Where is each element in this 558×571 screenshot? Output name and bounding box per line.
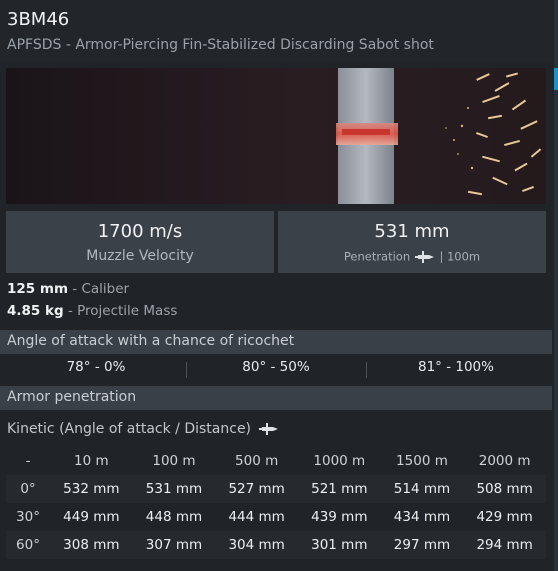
penetration-label: Penetration (343, 249, 411, 264)
table-cell: 527 mm (215, 475, 298, 503)
caliber-value: 125 mm (7, 281, 69, 297)
penetration-box: 531 mm Penetration | 100m (278, 211, 546, 273)
table-row: 0° 532 mm 531 mm 527 mm 521 mm 514 mm 50… (6, 475, 546, 503)
mass-label: - Projectile Mass (63, 303, 178, 319)
table-header-cell: 100 m (152, 453, 196, 469)
angle-cell: 30° (16, 509, 40, 525)
penetration-caption: Penetration | 100m (278, 249, 546, 264)
muzzle-velocity-label: Muzzle Velocity (86, 248, 194, 264)
projectile-icon (414, 250, 434, 263)
ricochet-section-header: Angle of attack with a chance of ricoche… (0, 330, 552, 354)
table-cell: 429 mm (476, 509, 533, 525)
table-cell: 531 mm (132, 475, 216, 503)
angle-cell: 60° (6, 531, 50, 559)
table-cell: 514 mm (380, 475, 464, 503)
scrollbar-thumb[interactable] (554, 68, 558, 90)
table-cell: 444 mm (228, 509, 285, 525)
armor-penetration-title: Armor penetration (7, 389, 137, 405)
table-cell: 449 mm (63, 509, 120, 525)
mass-value: 4.85 kg (7, 303, 64, 319)
mass-row: 4.85 kg - Projectile Mass (7, 303, 177, 319)
scrollbar[interactable] (554, 0, 558, 571)
armor-impact-illustration (6, 68, 546, 204)
header: 3BM46 APFSDS - Armor-Piercing Fin-Stabil… (0, 0, 552, 62)
table-header-cell: 2000 m (478, 453, 531, 469)
table-header-cell: 1000 m (313, 453, 366, 469)
table-row: 30° 449 mm 448 mm 444 mm 439 mm 434 mm 4… (6, 503, 546, 531)
penetration-distance: | 100m (439, 249, 481, 264)
table-cell: 301 mm (297, 531, 381, 559)
penetration-value: 531 mm (374, 221, 450, 242)
caliber-row: 125 mm - Caliber (7, 281, 129, 297)
table-cell: 304 mm (215, 531, 298, 559)
table-cell: 532 mm (50, 475, 133, 503)
table-cell: 297 mm (380, 531, 464, 559)
table-cell: 294 mm (463, 531, 546, 559)
penetration-table: - 10 m 100 m 500 m 1000 m 1500 m 2000 m … (6, 447, 546, 559)
table-cell: 439 mm (311, 509, 368, 525)
ricochet-item: 78° - 0% (66, 359, 126, 375)
muzzle-velocity-value: 1700 m/s (97, 221, 183, 242)
table-cell: 508 mm (463, 475, 546, 503)
table-header-cell: 10 m (74, 453, 109, 469)
shell-info-panel: 3BM46 APFSDS - Armor-Piercing Fin-Stabil… (0, 0, 558, 571)
projectile-icon (259, 423, 279, 435)
shell-title: 3BM46 (7, 9, 70, 30)
ricochet-item: 80° - 50% (242, 359, 310, 375)
table-cell: 307 mm (132, 531, 216, 559)
angle-cell: 0° (6, 475, 50, 503)
table-cell: 521 mm (297, 475, 381, 503)
table-header-cell: 500 m (235, 453, 279, 469)
kinetic-label-row: Kinetic (Angle of attack / Distance) (7, 421, 280, 437)
table-header-row: - 10 m 100 m 500 m 1000 m 1500 m 2000 m (6, 447, 546, 475)
table-cell: 308 mm (50, 531, 133, 559)
armor-penetration-section-header: Armor penetration (0, 386, 552, 410)
kinetic-label: Kinetic (Angle of attack / Distance) (7, 421, 252, 437)
ricochet-item: 81° - 100% (418, 359, 494, 375)
penetration-preview-image (6, 68, 546, 204)
caliber-label: - Caliber (68, 281, 130, 297)
muzzle-velocity-box: 1700 m/s Muzzle Velocity (6, 211, 274, 273)
shell-subtitle: APFSDS - Armor-Piercing Fin-Stabilized D… (7, 37, 434, 53)
table-header-cell: - (25, 453, 31, 469)
table-header-cell: 1500 m (396, 453, 448, 469)
table-row: 60° 308 mm 307 mm 304 mm 301 mm 297 mm 2… (6, 531, 546, 559)
table-cell: 448 mm (145, 509, 203, 525)
table-cell: 434 mm (393, 509, 451, 525)
ricochet-section-title: Angle of attack with a chance of ricoche… (7, 333, 295, 349)
